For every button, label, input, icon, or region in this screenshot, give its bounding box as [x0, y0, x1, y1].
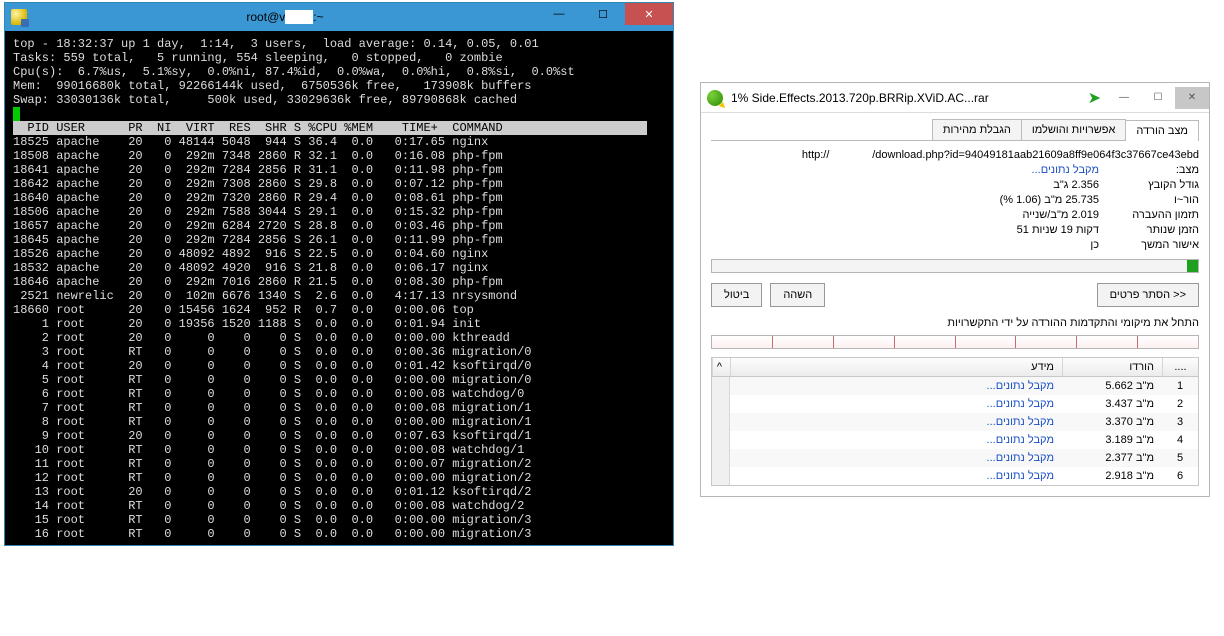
row-url: http:// /download.php?id=94049181aab2160… — [711, 149, 1199, 161]
cell-num: 4 — [1162, 432, 1198, 448]
url-path: /download.php?id=94049181aab21609a8ff9e0… — [872, 149, 1199, 161]
downloaded-value: 25.735 מ"ב (1.06 %) — [1000, 194, 1099, 206]
idm-window-buttons: ➤ — ☐ ✕ — [1088, 87, 1209, 109]
terminal-output[interactable]: top - 18:32:37 up 1 day, 1:14, 3 users, … — [5, 31, 673, 545]
downloaded-label: הור~ו — [1099, 194, 1199, 206]
idm-icon — [707, 90, 723, 106]
table-row[interactable]: 52.377 מ"במקבל נתונים... — [730, 449, 1198, 467]
cell-num: 1 — [1162, 378, 1198, 394]
cell-downloaded: 3.437 מ"ב — [1062, 396, 1162, 412]
tab-download-status[interactable]: מצב הורדה — [1125, 120, 1199, 141]
putty-icon — [11, 9, 27, 25]
tab-speed-limit[interactable]: הגבלת מהירות — [932, 119, 1022, 140]
cell-num: 2 — [1162, 396, 1198, 412]
table-row[interactable]: 62.918 מ"במקבל נתונים... — [730, 467, 1198, 485]
cell-downloaded: 2.377 מ"ב — [1062, 450, 1162, 466]
table-body: 15.662 מ"במקבל נתונים...23.437 מ"במקבל נ… — [730, 377, 1198, 485]
speed-value: 2.019 מ"ב/שנייה — [1023, 209, 1099, 221]
url-scheme: http:// — [802, 149, 830, 161]
resume-value: כן — [1090, 239, 1099, 251]
progress-bar — [711, 259, 1199, 273]
col-downloaded[interactable]: הורדו — [1062, 358, 1162, 376]
putty-title-obscured: xx — [285, 10, 313, 24]
idm-title: 1% Side.Effects.2013.720p.BRRip.XViD.AC.… — [729, 91, 1088, 105]
scrollbar[interactable] — [712, 377, 730, 485]
cell-info: מקבל נתונים... — [730, 396, 1062, 412]
url-value: http:// /download.php?id=94049181aab2160… — [802, 149, 1199, 161]
putty-title-suffix: :~ — [313, 10, 323, 24]
window-buttons — [537, 3, 673, 31]
table-row[interactable]: 15.662 מ"במקבל נתונים... — [730, 377, 1198, 395]
cell-info: מקבל נתונים... — [730, 432, 1062, 448]
table-row[interactable]: 23.437 מ"במקבל נתונים... — [730, 395, 1198, 413]
idm-window: 1% Side.Effects.2013.720p.BRRip.XViD.AC.… — [700, 82, 1210, 497]
filesize-value: 2.356 ג"ב — [1053, 179, 1099, 191]
idm-minimize-button[interactable]: — — [1107, 87, 1141, 109]
row-filesize: גודל הקובץ 2.356 ג"ב — [711, 179, 1199, 191]
minimize-button[interactable] — [537, 3, 581, 25]
status-value: מקבל נתונים... — [1032, 164, 1099, 176]
row-resume: אישור המשך כן — [711, 239, 1199, 251]
maximize-button[interactable] — [581, 3, 625, 25]
cancel-button[interactable]: ביטול — [711, 283, 762, 307]
row-speed: תזמון ההעברה 2.019 מ"ב/שנייה — [711, 209, 1199, 221]
cell-downloaded: 2.918 מ"ב — [1062, 468, 1162, 484]
row-status: מצב: מקבל נתונים... — [711, 164, 1199, 176]
cell-downloaded: 3.370 מ"ב — [1062, 414, 1162, 430]
speed-label: תזמון ההעברה — [1099, 209, 1199, 221]
segment — [773, 336, 834, 348]
cell-info: מקבל נתונים... — [730, 378, 1062, 394]
col-scroll: ^ — [712, 358, 730, 376]
cell-downloaded: 5.662 מ"ב — [1062, 378, 1162, 394]
cell-info: מקבל נתונים... — [730, 468, 1062, 484]
cell-downloaded: 3.189 מ"ב — [1062, 432, 1162, 448]
segment — [895, 336, 956, 348]
cell-num: 3 — [1162, 414, 1198, 430]
putty-window: root@vxx:~ top - 18:32:37 up 1 day, 1:14… — [4, 2, 674, 546]
col-num[interactable]: .... — [1162, 358, 1198, 376]
segment — [712, 336, 773, 348]
cell-info: מקבל נתונים... — [730, 414, 1062, 430]
idm-button-row: << הסתר פרטים השהה ביטול — [711, 283, 1199, 307]
idm-message: התחל את מיקומי והתקדמות ההורדה על ידי הת… — [711, 317, 1199, 329]
cell-info: מקבל נתונים... — [730, 450, 1062, 466]
resume-label: אישור המשך — [1099, 239, 1199, 251]
table-row[interactable]: 33.370 מ"במקבל נתונים... — [730, 413, 1198, 431]
segment — [1016, 336, 1077, 348]
hide-details-button[interactable]: << הסתר פרטים — [1097, 283, 1199, 307]
timeleft-value: דקות 19 שניות 51 — [1017, 224, 1099, 236]
tab-options-completed[interactable]: אפשרויות והושלמו — [1021, 119, 1127, 140]
row-downloaded: הור~ו 25.735 מ"ב (1.06 %) — [711, 194, 1199, 206]
idm-maximize-button[interactable]: ☐ — [1141, 87, 1175, 109]
pause-button[interactable]: השהה — [770, 283, 825, 307]
segment — [834, 336, 895, 348]
table-header: .... הורדו מידע ^ — [712, 358, 1198, 377]
putty-titlebar[interactable]: root@vxx:~ — [5, 3, 673, 31]
segment — [956, 336, 1017, 348]
slide-arrow-icon[interactable]: ➤ — [1088, 88, 1107, 108]
row-timeleft: הזמן שנותר דקות 19 שניות 51 — [711, 224, 1199, 236]
segment-bar — [711, 335, 1199, 349]
connections-table: .... הורדו מידע ^ 15.662 מ"במקבל נתונים.… — [711, 357, 1199, 486]
progress-fill — [1187, 260, 1198, 272]
close-button[interactable] — [625, 3, 673, 25]
segment — [1138, 336, 1198, 348]
idm-close-button[interactable]: ✕ — [1175, 87, 1209, 109]
putty-title: root@vxx:~ — [33, 10, 537, 24]
table-row[interactable]: 43.189 מ"במקבל נתונים... — [730, 431, 1198, 449]
cell-num: 5 — [1162, 450, 1198, 466]
putty-title-prefix: root@v — [246, 10, 285, 24]
timeleft-label: הזמן שנותר — [1099, 224, 1199, 236]
status-label: מצב: — [1099, 164, 1199, 176]
idm-tabs: מצב הורדה אפשרויות והושלמו הגבלת מהירות — [711, 119, 1199, 141]
idm-info: http:// /download.php?id=94049181aab2160… — [711, 149, 1199, 251]
filesize-label: גודל הקובץ — [1099, 179, 1199, 191]
segment — [1077, 336, 1138, 348]
idm-titlebar[interactable]: 1% Side.Effects.2013.720p.BRRip.XViD.AC.… — [701, 83, 1209, 113]
idm-body: מצב הורדה אפשרויות והושלמו הגבלת מהירות … — [701, 113, 1209, 496]
col-info[interactable]: מידע — [730, 358, 1062, 376]
cell-num: 6 — [1162, 468, 1198, 484]
